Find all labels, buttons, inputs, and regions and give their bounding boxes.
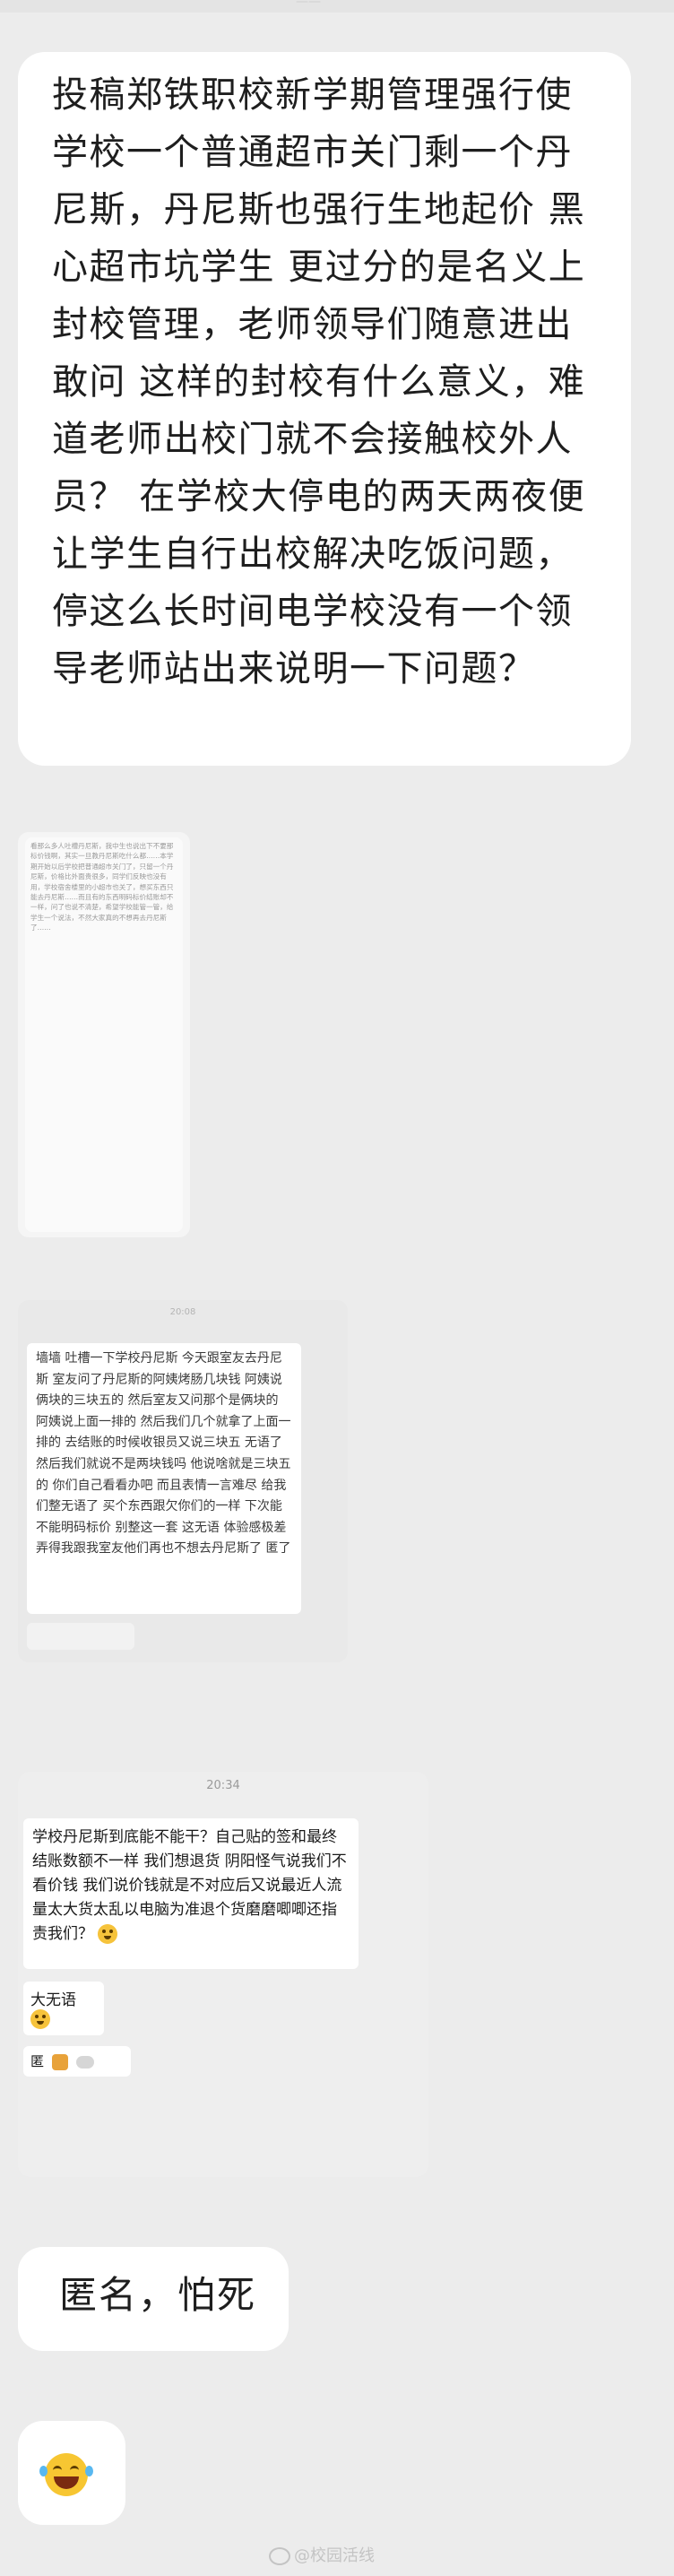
- screenshot-3-reply: 大无语: [23, 1982, 104, 2035]
- screenshot-image-1[interactable]: 看那么多人吐槽丹尼斯，我中生也说出下不要那标价钱啊，其实一旦教丹尼斯吃什么都………: [18, 832, 190, 1237]
- sticker-icon: [51, 2053, 68, 2070]
- grimace-emoji-icon: [30, 2009, 50, 2029]
- watermark-text: @校园活线: [294, 2546, 375, 2565]
- screenshot-3-reply-text: 大无语: [30, 1991, 76, 2009]
- screenshot-3-anon-text: 匿: [30, 2053, 45, 2069]
- screenshot-2-text: 墙墙 吐槽一下学校丹尼斯 今天跟室友去丹尼斯 室友问了丹尼斯的阿姨烤肠几块钱 阿…: [36, 1351, 291, 1557]
- message-bubble-main[interactable]: 投稿郑铁职校新学期管理强行使学校一个普通超市关门剩一个丹尼斯，丹尼斯也强行生地起…: [18, 52, 631, 766]
- screenshot-2-reply-placeholder: [27, 1623, 134, 1650]
- message-bubble-emoji[interactable]: [18, 2421, 125, 2525]
- screenshot-3-text: 学校丹尼斯到底能不能干？自己贴的签和最终结账数额不一样 我们想退货 阴阳怪气说我…: [32, 1828, 347, 1943]
- screenshot-3-message: 学校丹尼斯到底能不能干？自己贴的签和最终结账数额不一样 我们想退货 阴阳怪气说我…: [23, 1818, 359, 1969]
- status-text: ——: [296, 0, 321, 9]
- screenshot-3-anon: 匿: [23, 2046, 131, 2077]
- screenshot-2-message: 墙墙 吐槽一下学校丹尼斯 今天跟室友去丹尼斯 室友问了丹尼斯的阿姨烤肠几块钱 阿…: [27, 1343, 301, 1614]
- status-bar: ——: [0, 0, 674, 13]
- screenshot-2-time: 20:08: [169, 1307, 196, 1317]
- message-bubble-anonymous[interactable]: 匿名，怕死: [18, 2247, 289, 2351]
- screenshot-3-time: 20:34: [206, 1779, 240, 1792]
- weibo-icon: [269, 2547, 290, 2565]
- screenshot-1-text: 看那么多人吐槽丹尼斯，我中生也说出下不要那标价钱啊，其实一旦教丹尼斯吃什么都………: [30, 842, 174, 932]
- screenshot-image-2[interactable]: 20:08 墙墙 吐槽一下学校丹尼斯 今天跟室友去丹尼斯 室友问了丹尼斯的阿姨烤…: [18, 1300, 348, 1662]
- screenshot-image-3[interactable]: 20:34 学校丹尼斯到底能不能干？自己贴的签和最终结账数额不一样 我们想退货 …: [18, 1772, 428, 2177]
- watermark: @校园活线: [269, 2543, 375, 2566]
- message-anonymous-text: 匿名，怕死: [59, 2273, 257, 2317]
- cloud-sticker-icon: [75, 2055, 94, 2069]
- laughing-tears-icon: [39, 2453, 93, 2496]
- screenshot-1-content: 看那么多人吐槽丹尼斯，我中生也说出下不要那标价钱啊，其实一旦教丹尼斯吃什么都………: [25, 837, 183, 1232]
- message-main-text: 投稿郑铁职校新学期管理强行使学校一个普通超市关门剩一个丹尼斯，丹尼斯也强行生地起…: [52, 74, 586, 690]
- grimace-emoji-icon: [98, 1924, 118, 1944]
